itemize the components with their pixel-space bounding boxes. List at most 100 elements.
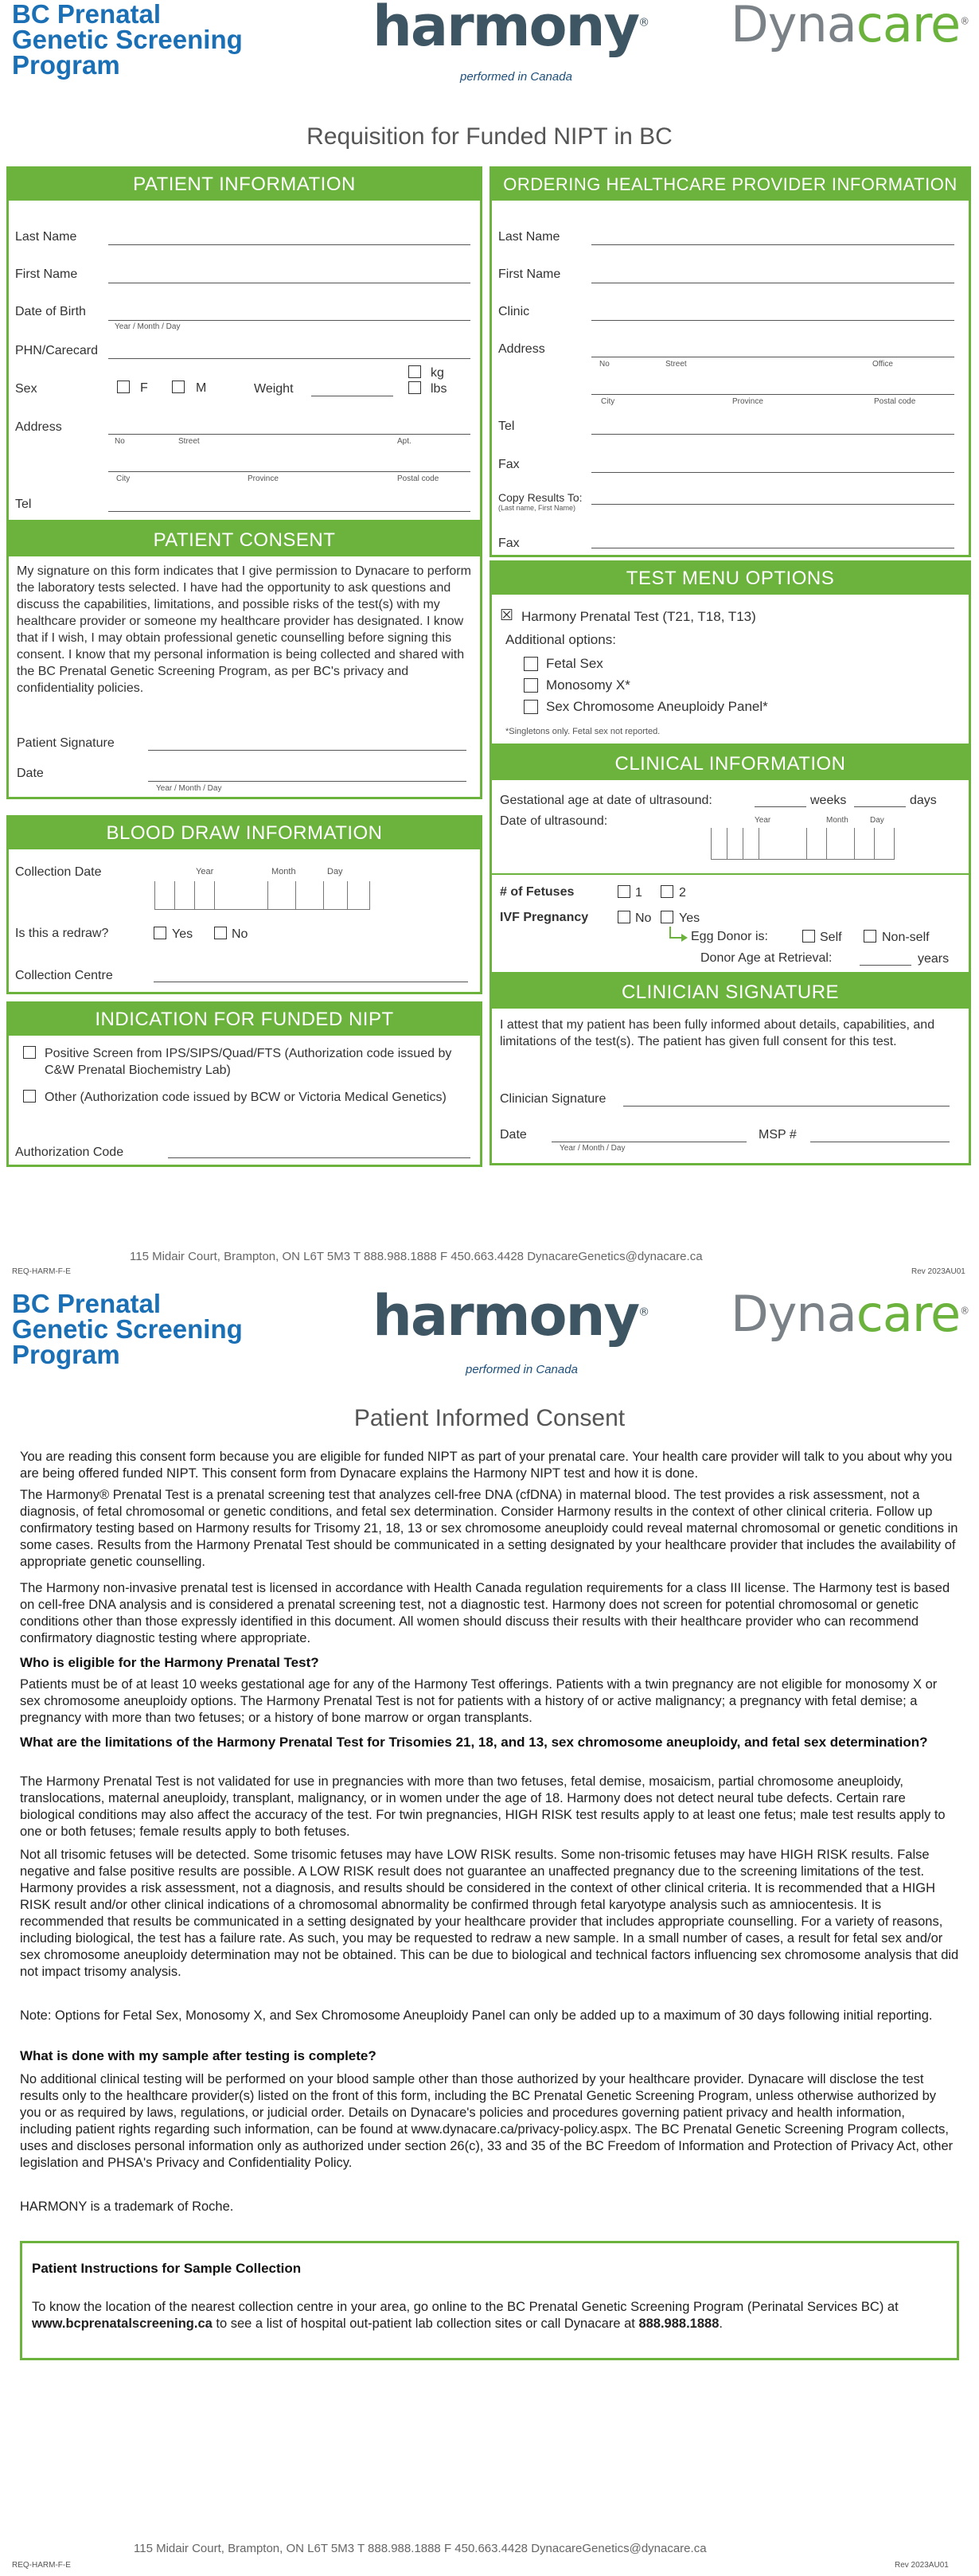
- clinician-signature-field[interactable]: [623, 1106, 950, 1107]
- consent-paragraph: The Harmony Prenatal Test is not validat…: [20, 1774, 946, 1839]
- provider-tel-field[interactable]: [591, 434, 954, 435]
- section-header: PATIENT CONSENT: [9, 525, 480, 556]
- redraw-label: Is this a redraw?: [15, 927, 109, 940]
- harmony-checked-icon[interactable]: ☒: [500, 607, 513, 625]
- date-grid-divider: [806, 828, 807, 860]
- redraw-no-label: No: [232, 927, 248, 941]
- clinic-field[interactable]: [591, 320, 954, 321]
- divider: [492, 873, 969, 875]
- addr-province-hint: Province: [732, 397, 763, 406]
- addr-postal-hint: Postal code: [874, 397, 916, 406]
- patient-signature-field[interactable]: [148, 750, 466, 751]
- dob-field[interactable]: [108, 320, 470, 321]
- fetal-sex-checkbox[interactable]: [524, 657, 538, 671]
- sex-f-label: F: [140, 381, 148, 395]
- consent-paragraph: The Harmony® Prenatal Test is a prenatal…: [20, 1488, 958, 1569]
- date-grid-divider: [194, 881, 195, 910]
- dynacare-phone[interactable]: 888.988.1888: [638, 2316, 719, 2331]
- harmony-wordmark: harmony: [372, 0, 640, 59]
- provider-last-name-label: Last Name: [498, 230, 560, 244]
- egg-donor-self-checkbox[interactable]: [802, 930, 815, 943]
- date-grid-divider: [347, 881, 348, 910]
- ga-days-field[interactable]: [854, 806, 906, 807]
- ga-label: Gestational age at date of ultrasound:: [500, 794, 712, 807]
- blood-draw-section: BLOOD DRAW INFORMATION Collection Date Y…: [6, 815, 482, 994]
- copy-fax-label: Fax: [498, 537, 520, 550]
- us-month-hint: Month: [826, 816, 848, 825]
- copy-results-field[interactable]: [591, 504, 954, 505]
- auth-code-field[interactable]: [168, 1157, 470, 1158]
- consent-paragraph: Patients must be of at least 10 weeks ge…: [20, 1677, 938, 1725]
- tel-field[interactable]: [108, 511, 470, 512]
- weight-label: Weight: [254, 382, 294, 396]
- weeks-label: weeks: [810, 794, 847, 807]
- phn-label: PHN/Carecard: [15, 344, 99, 357]
- collection-month-hint: Month: [271, 867, 296, 876]
- ivf-no-checkbox[interactable]: [618, 911, 630, 923]
- lbs-checkbox[interactable]: [408, 381, 421, 394]
- donor-age-field[interactable]: [860, 965, 911, 966]
- egg-donor-nonself-checkbox[interactable]: [864, 930, 876, 943]
- us-year-hint: Year: [755, 816, 771, 825]
- dynacare-wordmark-a: Dyna: [731, 0, 857, 53]
- consent-heading: Who is eligible for the Harmony Prenatal…: [20, 1655, 319, 1670]
- redraw-no-checkbox[interactable]: [214, 927, 227, 939]
- redraw-yes-checkbox[interactable]: [154, 927, 166, 939]
- provider-first-name-label: First Name: [498, 267, 561, 281]
- provider-last-name-field[interactable]: [591, 244, 954, 245]
- ivf-label: IVF Pregnancy: [500, 911, 589, 924]
- kg-checkbox[interactable]: [408, 365, 421, 378]
- logo-line: Genetic Screening: [12, 25, 243, 54]
- sex-label: Sex: [15, 382, 37, 396]
- page-title: Requisition for Funded NIPT in BC: [306, 123, 673, 150]
- monosomy-x-checkbox[interactable]: [524, 678, 538, 693]
- prenatal-screening-link[interactable]: www.bcprenatalscreening.ca: [32, 2316, 213, 2331]
- consent-heading: What are the limitations of the Harmony …: [20, 1735, 928, 1750]
- auth-code-label: Authorization Code: [15, 1146, 124, 1159]
- phn-field[interactable]: [108, 358, 470, 359]
- bc-program-logo: BC Prenatal Genetic Screening Program: [12, 1290, 243, 1368]
- consent-paragraph: Note: Options for Fetal Sex, Monosomy X,…: [20, 2008, 933, 2023]
- clinician-date-label: Date: [500, 1128, 527, 1142]
- consent-date-field[interactable]: [148, 781, 466, 782]
- section-header: INDICATION FOR FUNDED NIPT: [9, 1004, 480, 1036]
- addr-city-hint: City: [116, 474, 131, 483]
- other-indication-checkbox[interactable]: [23, 1090, 36, 1103]
- address-line-2[interactable]: [108, 471, 470, 472]
- consent-paragraph: No additional clinical testing will be p…: [20, 2072, 954, 2170]
- fetuses-2-checkbox[interactable]: [661, 885, 673, 898]
- provider-address-line-2[interactable]: [591, 394, 954, 395]
- last-name-field[interactable]: [108, 244, 470, 245]
- address-line-1[interactable]: [108, 434, 470, 435]
- sca-panel-checkbox[interactable]: [524, 700, 538, 714]
- sex-f-checkbox[interactable]: [117, 381, 130, 393]
- egg-donor-self-label: Self: [820, 931, 842, 944]
- provider-fax-field[interactable]: [591, 472, 954, 473]
- sex-m-label: M: [196, 381, 207, 395]
- page1-ref-right: Rev 2023AU01: [911, 1267, 965, 1276]
- page2-footer: 115 Midair Court, Brampton, ON L6T 5M3 T…: [134, 2542, 707, 2555]
- copy-results-hint: (Last name, First Name): [498, 504, 576, 512]
- dynacare-logo: Dynacare®: [731, 1285, 969, 1343]
- section-header: CLINICIAN SIGNATURE: [492, 977, 969, 1009]
- consent-text: My signature on this form indicates that…: [17, 564, 471, 695]
- collection-date-label: Collection Date: [15, 865, 102, 879]
- dynacare-wordmark-b: care: [856, 0, 961, 53]
- instructions-text-a: To know the location of the nearest coll…: [32, 2300, 899, 2314]
- addr-no-hint: No: [599, 360, 610, 369]
- sca-panel-label: Sex Chromosome Aneuploidy Panel*: [546, 699, 768, 714]
- sex-m-checkbox[interactable]: [172, 381, 185, 393]
- ga-weeks-field[interactable]: [755, 806, 806, 807]
- performed-in-canada: performed in Canada: [460, 70, 572, 84]
- page1-footer: 115 Midair Court, Brampton, ON L6T 5M3 T…: [130, 1250, 703, 1263]
- consent-paragraph: You are reading this consent form becaus…: [20, 1450, 953, 1481]
- fetuses-1-checkbox[interactable]: [618, 885, 630, 898]
- positive-screen-label: Positive Screen from IPS/SIPS/Quad/FTS (…: [45, 1047, 452, 1077]
- harmony-wordmark: harmony: [372, 1283, 640, 1348]
- consent-heading: What is done with my sample after testin…: [20, 2048, 376, 2063]
- addr-apt-hint: Apt.: [397, 437, 411, 446]
- positive-screen-checkbox[interactable]: [23, 1046, 36, 1059]
- harmony-logo: harmony®: [372, 1283, 649, 1348]
- redraw-yes-label: Yes: [172, 927, 193, 941]
- ivf-yes-checkbox[interactable]: [661, 911, 673, 923]
